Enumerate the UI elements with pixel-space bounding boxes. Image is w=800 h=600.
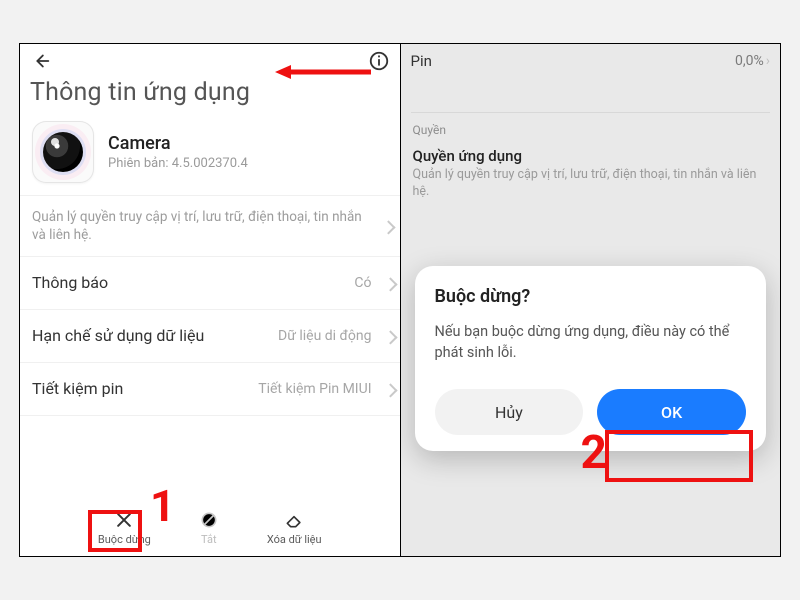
- divider: [411, 112, 771, 113]
- action-label: Tắt: [201, 533, 217, 546]
- battery-label: Pin: [411, 52, 432, 70]
- left-screenshot: Thông tin ứng dụng Camera Phiên bản: 4.5…: [20, 44, 401, 556]
- row-battery-saver[interactable]: Tiết kiệm pin Tiết kiệm Pin MIUI: [20, 363, 400, 416]
- chevron-right-icon: ›: [766, 53, 770, 69]
- row-label: Thông báo: [32, 273, 108, 293]
- battery-row[interactable]: Pin 0,0%›: [401, 44, 781, 78]
- force-stop-dialog: Buộc dừng? Nếu bạn buộc dừng ứng dụng, đ…: [415, 266, 767, 451]
- clear-data-button[interactable]: Xóa dữ liệu: [267, 509, 322, 546]
- app-header: Camera Phiên bản: 4.5.002370.4: [20, 117, 400, 195]
- row-notifications[interactable]: Thông báo Có: [20, 257, 400, 310]
- chevron-right-icon: [383, 384, 397, 398]
- dialog-title: Buộc dừng?: [435, 286, 747, 307]
- disable-icon: [199, 509, 219, 531]
- force-stop-button[interactable]: Buộc dừng: [98, 509, 151, 546]
- row-label: Tiết kiệm pin: [32, 379, 123, 399]
- row-value: Tiết kiệm Pin MIUI: [258, 381, 371, 397]
- app-version: Phiên bản: 4.5.002370.4: [108, 156, 248, 171]
- ok-button[interactable]: OK: [597, 389, 746, 435]
- app-name: Camera: [108, 133, 248, 154]
- action-label: Buộc dừng: [98, 533, 151, 546]
- action-label: Xóa dữ liệu: [267, 533, 322, 546]
- eraser-icon: [283, 509, 305, 531]
- disable-button[interactable]: Tắt: [199, 509, 219, 546]
- row-label: Hạn chế sử dụng dữ liệu: [32, 326, 204, 346]
- chevron-right-icon: [381, 221, 395, 235]
- chevron-right-icon: [383, 278, 397, 292]
- permissions-summary-text: Quản lý quyền truy cập vị trí, lưu trữ, …: [32, 209, 362, 243]
- battery-value: 0,0%: [735, 53, 764, 69]
- tutorial-image: Thông tin ứng dụng Camera Phiên bản: 4.5…: [19, 43, 781, 557]
- app-meta: Camera Phiên bản: 4.5.002370.4: [108, 133, 248, 171]
- info-icon[interactable]: [366, 48, 392, 74]
- permissions-description: Quản lý quyền truy cập vị trí, lưu trữ, …: [401, 167, 781, 211]
- cancel-button[interactable]: Hủy: [435, 389, 584, 435]
- top-bar: [20, 44, 400, 74]
- settings-list: Thông báo Có Hạn chế sử dụng dữ liệu Dữ …: [20, 256, 400, 416]
- page-title: Thông tin ứng dụng: [20, 74, 400, 117]
- bottom-actions: Buộc dừng Tắt Xóa dữ liệu: [20, 503, 400, 552]
- dialog-buttons: Hủy OK: [435, 389, 747, 435]
- row-data-limit[interactable]: Hạn chế sử dụng dữ liệu Dữ liệu di động: [20, 310, 400, 363]
- permissions-summary-row[interactable]: Quản lý quyền truy cập vị trí, lưu trữ, …: [20, 195, 400, 256]
- close-icon: [114, 509, 134, 531]
- permissions-title: Quyền ứng dụng: [401, 143, 781, 167]
- back-arrow-icon[interactable]: [28, 48, 54, 74]
- permissions-caption: Quyền: [401, 123, 781, 143]
- chevron-right-icon: [383, 331, 397, 345]
- right-screenshot: Pin 0,0%› Quyền Quyền ứng dụng Quản lý q…: [401, 44, 781, 556]
- app-icon: [32, 121, 94, 183]
- row-value: Có: [354, 275, 371, 291]
- dialog-message: Nếu bạn buộc dừng ứng dụng, điều này có …: [435, 321, 747, 363]
- row-value: Dữ liệu di động: [278, 328, 371, 344]
